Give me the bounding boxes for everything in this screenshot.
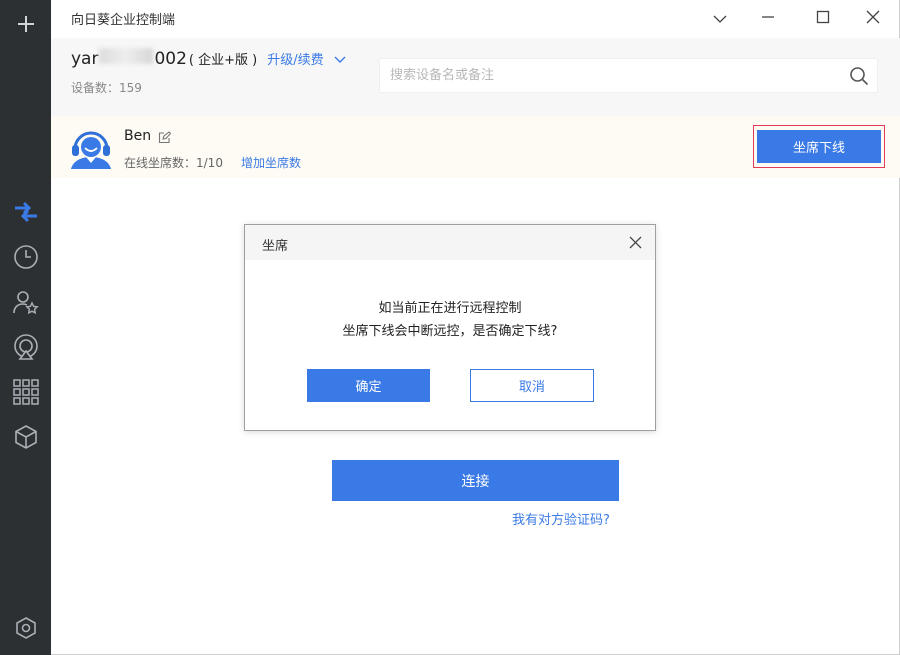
search-input[interactable] [380, 59, 840, 92]
maximize-icon [816, 9, 830, 28]
close-icon [629, 234, 642, 253]
remote-control-arrows-icon [13, 200, 39, 224]
add-seat-link[interactable]: 增加坐席数 [241, 154, 301, 171]
dialog-message-line2: 坐席下线会中断远控，是否确定下线? [342, 324, 558, 339]
account-name-redacted [99, 48, 154, 64]
account-name-suffix: 002 [154, 49, 187, 69]
close-window-button[interactable] [851, 3, 895, 33]
sidebar-item-apps[interactable] [0, 372, 51, 412]
sidebar-item-contacts[interactable] [0, 282, 51, 322]
sidebar [0, 0, 51, 655]
confirm-dialog: 坐席 如当前正在进行远程控制 坐席下线会中断远控，是否确定下线? 确定 取消 [244, 224, 656, 431]
sidebar-item-history[interactable] [0, 237, 51, 277]
minimize-button[interactable] [746, 3, 790, 33]
settings-hexagon-icon [14, 616, 38, 640]
screen-cast-icon [12, 333, 40, 361]
account-menu-button[interactable] [334, 49, 346, 69]
sidebar-item-remote-control[interactable] [0, 192, 51, 232]
cancel-button[interactable]: 取消 [470, 369, 594, 402]
account-name-prefix: yar [71, 49, 99, 69]
new-button[interactable] [0, 4, 51, 44]
search-icon[interactable] [849, 66, 869, 90]
edit-icon[interactable] [158, 129, 172, 148]
account-header: yar 002 ( 企业+版 ) 升级/续费 设备数：159 [51, 38, 900, 116]
main-panel: 向日葵企业控制端 yar 002 ( 企业+版 ) 升级/续费 设备数：159 … [51, 0, 900, 655]
seat-name: Ben [124, 128, 152, 144]
dialog-title: 坐席 [262, 239, 289, 254]
online-seat-count: 在线坐席数：1/10 [124, 156, 223, 170]
agent-avatar-icon [69, 127, 113, 169]
dialog-message-line1: 如当前正在进行远程控制 [378, 301, 522, 316]
sidebar-item-screen-cast[interactable] [0, 327, 51, 367]
close-icon [866, 9, 880, 28]
verification-code-link[interactable]: 我有对方验证码? [512, 509, 610, 528]
chevron-down-icon [334, 49, 346, 69]
chevron-down-icon [713, 9, 727, 28]
window-menu-button[interactable] [698, 3, 742, 33]
account-info: yar 002 ( 企业+版 ) 升级/续费 [71, 48, 346, 69]
dialog-header: 坐席 [245, 225, 655, 260]
seat-offline-button[interactable]: 坐席下线 [757, 130, 881, 163]
seat-row: Ben 在线坐席数：1/10 增加坐席数 坐席下线 [51, 116, 900, 178]
apps-grid-icon [12, 379, 39, 405]
title-bar: 向日葵企业控制端 [51, 0, 900, 38]
maximize-button[interactable] [801, 3, 845, 33]
offline-button-highlight: 坐席下线 [753, 125, 885, 168]
upgrade-link[interactable]: 升级/续费 [267, 49, 323, 68]
confirm-button[interactable]: 确定 [307, 369, 430, 402]
device-count: 设备数：159 [71, 81, 142, 95]
cube-icon [13, 424, 39, 450]
connect-button[interactable]: 连接 [332, 460, 619, 501]
app-title: 向日葵企业控制端 [71, 13, 176, 28]
sidebar-item-products[interactable] [0, 417, 51, 457]
account-edition: ( 企业+版 ) [188, 53, 258, 68]
dialog-close-button[interactable] [623, 231, 647, 255]
search-box [379, 58, 878, 93]
minimize-icon [761, 9, 775, 28]
plus-icon [16, 14, 36, 34]
user-star-icon [12, 289, 39, 315]
history-clock-icon [13, 244, 39, 270]
sidebar-item-settings[interactable] [0, 608, 51, 648]
